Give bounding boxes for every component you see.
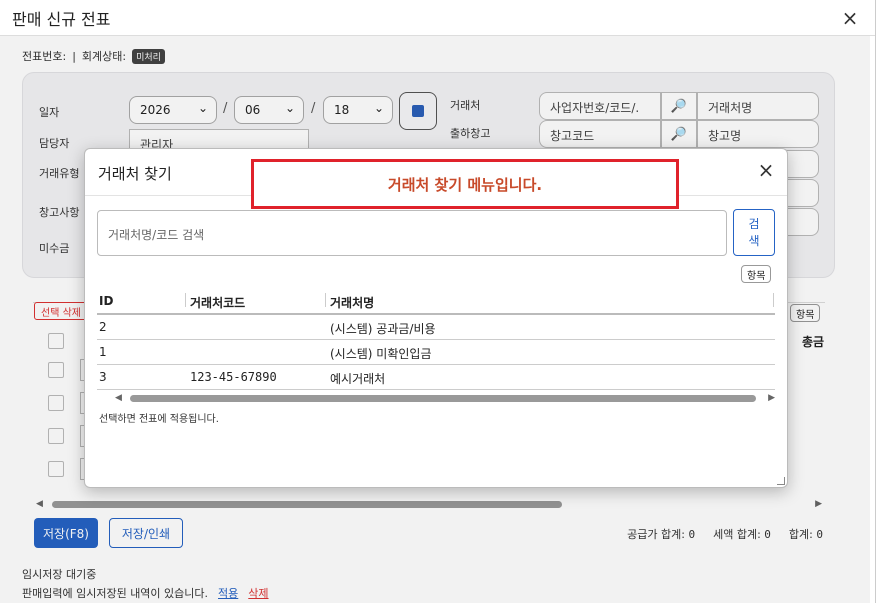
column-divider[interactable] [773,293,774,307]
cell-id: 3 [99,370,107,384]
table-row[interactable]: 3 123-45-67890 예시거래처 [97,365,775,390]
dialog-items-button[interactable]: 항목 [741,265,772,283]
window-close-icon[interactable]: × [839,7,861,29]
cell-code: 123-45-67890 [190,370,277,384]
column-header-name[interactable]: 거래처명 [330,294,374,311]
scroll-left-arrow-icon[interactable]: ◀ [115,393,122,403]
client-search-dialog: 거래처 찾기 × 거래처 찾기 메뉴입니다. 거래처명/코드 검색 검색 항목 … [84,148,788,488]
column-divider[interactable] [325,293,326,307]
search-button-label-1: 검 [748,216,760,231]
search-button[interactable]: 검색 [733,209,775,256]
table-row[interactable]: 2 (시스템) 공과금/비용 [97,315,775,340]
dialog-title: 거래처 찾기 [98,165,172,183]
table-header-row: ID 거래처코드 거래처명 [97,289,775,315]
cell-name: 예시거래처 [330,372,386,386]
table-row[interactable]: 1 (시스템) 미확인입금 [97,340,775,365]
cell-name: (시스템) 공과금/비용 [330,322,436,336]
cell-id: 2 [99,320,107,334]
dialog-hint: 선택하면 전표에 적용됩니다. [99,414,219,425]
cell-name: (시스템) 미확인입금 [330,347,432,361]
annotation-callout: 거래처 찾기 메뉴입니다. [251,159,679,209]
dialog-close-icon[interactable]: × [755,159,777,181]
search-button-label-2: 색 [748,233,760,248]
column-header-code[interactable]: 거래처코드 [190,294,245,311]
search-button-label: 검색 [748,216,759,250]
scroll-thumb[interactable] [130,395,756,402]
table-horizontal-scrollbar[interactable]: ◀ ▶ [115,393,775,403]
cell-id: 1 [99,345,107,359]
client-search-input[interactable]: 거래처명/코드 검색 [97,210,727,256]
window-header: 판매 신규 전표 [0,0,875,36]
resize-grip-icon[interactable] [777,477,785,485]
window-title: 판매 신규 전표 [12,9,111,29]
column-divider[interactable] [185,293,186,307]
column-header-id[interactable]: ID [99,294,113,308]
scroll-right-arrow-icon[interactable]: ▶ [768,393,775,403]
